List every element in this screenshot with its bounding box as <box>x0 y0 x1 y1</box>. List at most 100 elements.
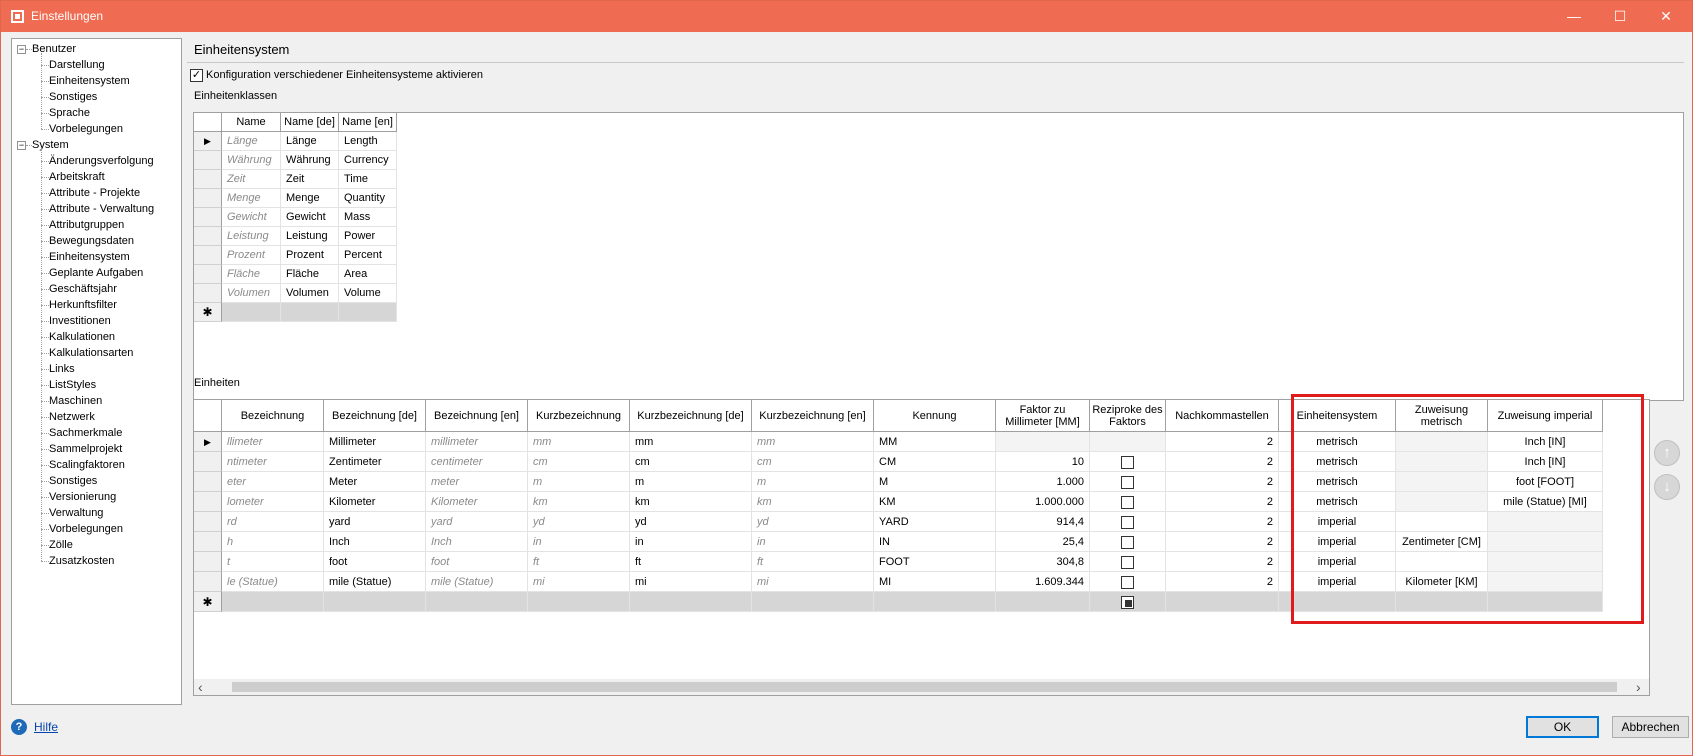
minimize-button[interactable]: — <box>1551 1 1597 32</box>
table-cell[interactable]: Prozent <box>281 246 339 265</box>
table-cell[interactable]: cm <box>528 452 630 472</box>
table-cell[interactable]: Area <box>339 265 397 284</box>
tree-expand-toggle[interactable]: − <box>17 141 26 150</box>
table-cell[interactable]: MM <box>874 432 996 452</box>
move-up-button[interactable]: ↑ <box>1654 440 1680 466</box>
table-cell[interactable] <box>1090 432 1166 452</box>
table-cell[interactable]: in <box>630 532 752 552</box>
table-cell[interactable]: Inch <box>426 532 528 552</box>
new-row-cell[interactable] <box>630 592 752 612</box>
tree-item[interactable]: Maschinen <box>49 393 102 409</box>
new-row-marker[interactable]: ✱ <box>194 303 222 322</box>
tree-group-benutzer[interactable]: Benutzer <box>32 41 76 57</box>
table-cell[interactable]: in <box>528 532 630 552</box>
tree-item[interactable]: Arbeitskraft <box>49 169 105 185</box>
row-selector[interactable] <box>194 151 222 170</box>
tree-item[interactable]: Vorbelegungen <box>49 521 123 537</box>
column-header[interactable]: Name [de] <box>281 113 339 132</box>
table-cell[interactable]: Fläche <box>281 265 339 284</box>
row-selector[interactable] <box>194 512 222 532</box>
table-cell[interactable]: 2 <box>1166 432 1279 452</box>
table-cell[interactable]: Volumen <box>222 284 281 303</box>
table-cell[interactable]: Gewicht <box>222 208 281 227</box>
tree-item[interactable]: Einheitensystem <box>49 73 130 89</box>
tree-item[interactable]: Einheitensystem <box>49 249 130 265</box>
table-cell[interactable]: mi <box>528 572 630 592</box>
table-cell[interactable]: t <box>222 552 324 572</box>
table-cell[interactable]: 2 <box>1166 572 1279 592</box>
new-row-cell[interactable] <box>752 592 874 612</box>
table-cell[interactable]: 304,8 <box>996 552 1090 572</box>
table-cell[interactable]: Length <box>339 132 397 151</box>
table-cell[interactable]: Zeit <box>222 170 281 189</box>
table-cell[interactable]: rd <box>222 512 324 532</box>
table-cell[interactable]: Menge <box>222 189 281 208</box>
new-row-cell[interactable] <box>222 303 281 322</box>
table-cell[interactable]: mm <box>528 432 630 452</box>
tree-item[interactable]: Sachmerkmale <box>49 425 122 441</box>
table-cell[interactable]: Menge <box>281 189 339 208</box>
table-cell[interactable]: le (Statue) <box>222 572 324 592</box>
table-cell[interactable]: foot <box>324 552 426 572</box>
column-header[interactable]: Kennung <box>874 400 996 432</box>
table-cell[interactable]: Zentimeter <box>324 452 426 472</box>
table-cell[interactable]: 2 <box>1166 512 1279 532</box>
new-row-marker[interactable]: ✱ <box>194 592 222 612</box>
maximize-button[interactable]: ☐ <box>1597 1 1643 32</box>
table-cell[interactable]: yard <box>426 512 528 532</box>
new-row-cell[interactable] <box>426 592 528 612</box>
new-row-cell[interactable] <box>222 592 324 612</box>
table-cell[interactable]: Time <box>339 170 397 189</box>
column-header[interactable]: Kurzbezeichnung <box>528 400 630 432</box>
table-cell[interactable]: CM <box>874 452 996 472</box>
column-header[interactable]: Bezeichnung [de] <box>324 400 426 432</box>
tree-item[interactable]: Sonstiges <box>49 473 97 489</box>
new-row-cell[interactable] <box>1166 592 1279 612</box>
new-row-cell[interactable] <box>996 592 1090 612</box>
table-cell[interactable]: millimeter <box>426 432 528 452</box>
column-header[interactable]: Faktor zu Millimeter [MM] <box>996 400 1090 432</box>
row-selector[interactable] <box>194 472 222 492</box>
tree-item[interactable]: Sammelprojekt <box>49 441 122 457</box>
table-cell[interactable]: Power <box>339 227 397 246</box>
table-cell[interactable]: Currency <box>339 151 397 170</box>
table-cell[interactable]: mile (Statue) <box>324 572 426 592</box>
table-cell[interactable]: yd <box>752 512 874 532</box>
table-cell[interactable]: IN <box>874 532 996 552</box>
table-cell[interactable]: Währung <box>222 151 281 170</box>
column-header[interactable]: Nachkommastellen <box>1166 400 1279 432</box>
table-cell[interactable]: ft <box>630 552 752 572</box>
table-cell[interactable]: centimeter <box>426 452 528 472</box>
table-cell[interactable]: 1.000.000 <box>996 492 1090 512</box>
table-cell[interactable]: Leistung <box>281 227 339 246</box>
row-selector[interactable] <box>194 532 222 552</box>
column-header[interactable]: Name <box>222 113 281 132</box>
table-cell[interactable]: YARD <box>874 512 996 532</box>
table-cell[interactable]: MI <box>874 572 996 592</box>
reciprocal-checkbox[interactable] <box>1121 576 1134 589</box>
table-cell[interactable]: Fläche <box>222 265 281 284</box>
tree-item[interactable]: Attribute - Verwaltung <box>49 201 154 217</box>
tree-item[interactable]: ListStyles <box>49 377 96 393</box>
new-row-cell[interactable] <box>528 592 630 612</box>
table-cell[interactable]: foot <box>426 552 528 572</box>
move-down-button[interactable]: ↓ <box>1654 474 1680 500</box>
table-cell[interactable]: km <box>528 492 630 512</box>
column-header[interactable]: Bezeichnung <box>222 400 324 432</box>
tree-item[interactable]: Zusatzkosten <box>49 553 114 569</box>
table-cell[interactable]: Volume <box>339 284 397 303</box>
help-link[interactable]: Hilfe <box>34 720 58 734</box>
row-selector[interactable] <box>194 284 222 303</box>
tree-item[interactable]: Kalkulationen <box>49 329 115 345</box>
table-cell[interactable]: yd <box>630 512 752 532</box>
table-cell[interactable]: eter <box>222 472 324 492</box>
row-selector[interactable]: ▶ <box>194 132 222 151</box>
row-selector[interactable] <box>194 492 222 512</box>
tree-item[interactable]: Scalingfaktoren <box>49 457 125 473</box>
tree-item[interactable]: Geschäftsjahr <box>49 281 117 297</box>
row-selector[interactable]: ▶ <box>194 432 222 452</box>
unit-classes-grid[interactable]: Name Name [de] Name [en] ▶ Länge Länge Length W… <box>193 112 1684 401</box>
table-cell[interactable]: m <box>528 472 630 492</box>
table-cell[interactable]: Zeit <box>281 170 339 189</box>
help-icon[interactable]: ? <box>11 719 27 735</box>
